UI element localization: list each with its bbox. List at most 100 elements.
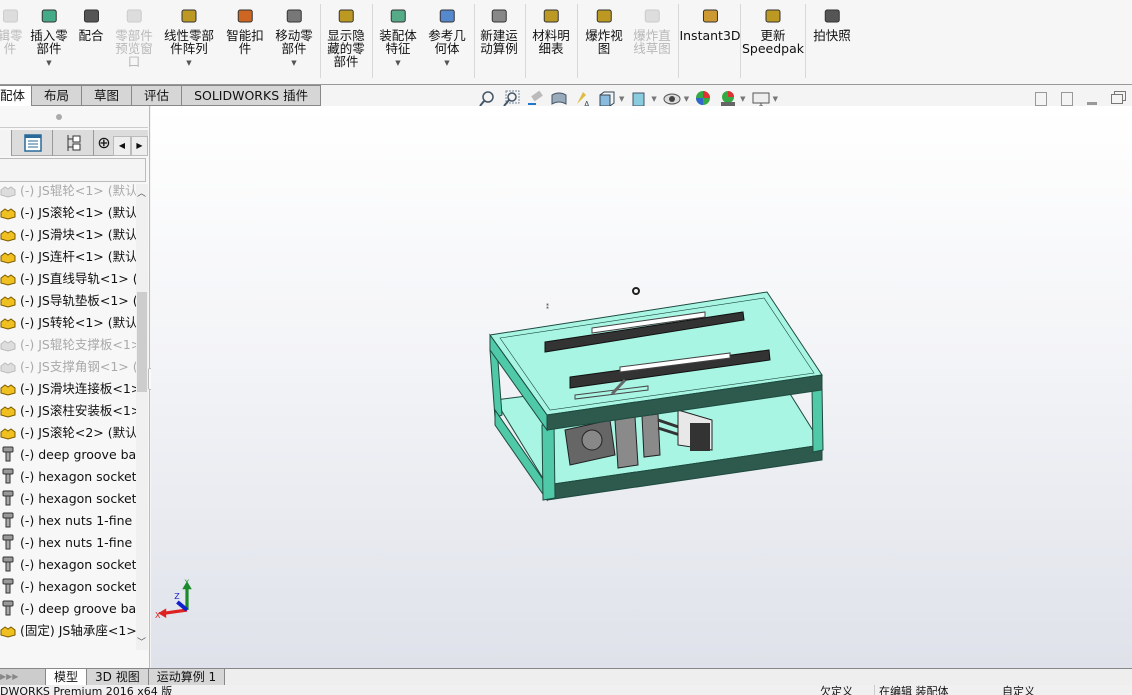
bottom-tab[interactable]: 模型 — [46, 669, 88, 685]
toolbar-button[interactable]: 新建运 动算例 — [480, 6, 518, 55]
tab-scroll-left[interactable]: ◀ — [113, 136, 131, 156]
tile-left-icon[interactable] — [1035, 92, 1047, 106]
toolbar-button[interactable]: 移动零 部件 ▼ — [275, 6, 313, 70]
toolbar-button-label: 零部件 预览窗 口 — [115, 28, 153, 69]
command-tab[interactable]: 配体 — [0, 85, 33, 106]
loose-part: ⁑ — [546, 304, 549, 311]
tree-item[interactable]: (-) deep groove ba — [0, 444, 136, 466]
tree-item[interactable]: (-) hexagon socket — [0, 554, 136, 576]
toolbar-button[interactable]: 配合 — [78, 6, 104, 42]
bottom-tab[interactable]: 运动算例 1 — [148, 669, 226, 685]
part-icon — [0, 424, 16, 440]
panel-collapse-handle[interactable] — [0, 110, 148, 128]
toolbar-button-icon — [81, 6, 101, 26]
chevron-down-icon[interactable]: ▼ — [30, 57, 68, 70]
tree-item[interactable]: (-) JS滑块<1> (默认< — [0, 224, 136, 246]
feature-manager-panel: ⊕ ◀ ▶ (-) JS辊轮<1> (默认) (-) JS滚轮<1> (默认< (-… — [0, 106, 156, 668]
tab-scroll-right[interactable]: ▶ — [131, 136, 148, 156]
minimize-icon[interactable] — [1087, 101, 1097, 105]
tree-item[interactable]: (-) JS直线导轨<1> (默 — [0, 268, 136, 290]
toolbar-button-icon — [235, 6, 255, 26]
part-icon — [0, 248, 16, 264]
tree-item-label: (-) deep groove ba — [20, 447, 136, 462]
toolbar-button[interactable]: 拍快照 — [813, 6, 851, 42]
tree-item[interactable]: (-) hexagon socket — [0, 576, 136, 598]
tab-configuration-manager[interactable] — [54, 130, 94, 156]
part-icon — [0, 314, 16, 330]
toolbar-separator — [805, 4, 806, 78]
toolbar-button-icon — [489, 6, 509, 26]
toolbar-button[interactable]: Instant3D — [679, 6, 741, 42]
chevron-down-icon[interactable]: ▼ — [275, 57, 313, 70]
toolbar-button[interactable]: 更新 Speedpak — [742, 6, 804, 55]
assembly-model[interactable]: ⁑ — [480, 280, 830, 510]
tree-item[interactable]: (-) hex nuts 1-fine p — [0, 532, 136, 554]
tree-item-label: (-) JS导轨垫板<1> (默 — [20, 293, 136, 308]
tree-item[interactable]: (-) hexagon socket — [0, 466, 136, 488]
command-tab[interactable]: SOLIDWORKS 插件 — [182, 85, 322, 106]
toolbar-button[interactable]: 装配体 特征 ▼ — [379, 6, 417, 70]
status-units[interactable]: 自定义 — [1002, 685, 1035, 695]
toolbar-button-icon — [179, 6, 199, 26]
toolbar-button[interactable]: 零部件 预览窗 口 — [115, 6, 153, 68]
chevron-down-icon[interactable]: ▼ — [773, 95, 778, 103]
fastener-icon — [0, 468, 16, 484]
scroll-down-arrow[interactable]: ﹀ — [137, 635, 146, 648]
bottom-tab[interactable]: 3D 视图 — [87, 669, 149, 685]
tab-property-manager[interactable] — [13, 130, 53, 156]
cylinder-end — [690, 423, 710, 451]
tree-item[interactable]: (-) deep groove ba — [0, 598, 136, 620]
graphics-area[interactable]: ⁑ Y Z X — [151, 106, 1132, 668]
tree-item[interactable]: (-) JS滚轮<1> (默认< — [0, 202, 136, 224]
tree-item[interactable]: (-) hexagon socket — [0, 488, 136, 510]
command-tab[interactable]: 评估 — [132, 85, 183, 106]
tree-scrollbar[interactable]: ︿ ﹀ — [136, 184, 148, 650]
tree-item[interactable]: (-) JS滚轮<2> (默认< — [0, 422, 136, 444]
chevron-down-icon[interactable]: ▼ — [740, 95, 745, 103]
restore-icon[interactable] — [1111, 94, 1123, 104]
toolbar-button[interactable]: 显示隐 藏的零 部件 — [327, 6, 365, 68]
tile-right-icon[interactable] — [1061, 92, 1073, 106]
chevron-down-icon[interactable]: ▼ — [651, 95, 656, 103]
toolbar-button[interactable]: 智能扣 件 — [226, 6, 264, 55]
toolbar-button[interactable]: 插入零 部件 ▼ — [30, 6, 68, 70]
chevron-down-icon[interactable]: ▼ — [428, 57, 466, 70]
tab-feature-manager[interactable] — [0, 130, 12, 156]
tree-item-label: (-) JS辊轮<1> (默认) — [20, 183, 136, 198]
chevron-down-icon[interactable]: ▼ — [379, 57, 417, 70]
scroll-thumb[interactable] — [137, 292, 147, 392]
tree-item[interactable]: (-) JS滑块连接板<1> — [0, 378, 136, 400]
toolbar-button[interactable]: 材料明 细表 — [532, 6, 570, 55]
chevron-down-icon[interactable]: ▼ — [164, 57, 214, 70]
toolbar-button-label: 拍快照 — [813, 28, 851, 43]
toolbar-button[interactable]: 爆炸视 图 — [585, 6, 623, 55]
part-icon — [0, 292, 16, 308]
toolbar-button-label: 显示隐 藏的零 部件 — [327, 28, 365, 69]
tree-item[interactable]: (-) JS导轨垫板<1> (默 — [0, 290, 136, 312]
command-tabs: 配体 布局 草图 评估 SOLIDWORKS 插件 — [0, 85, 322, 106]
toolbar-button[interactable]: 线性零部 件阵列 ▼ — [164, 6, 214, 70]
tree-item[interactable]: (-) JS转轮<1> (默认< — [0, 312, 136, 334]
toolbar-button[interactable]: 参考几 何体 ▼ — [428, 6, 466, 70]
toolbar-button[interactable]: 爆炸直 线草图 — [633, 6, 671, 55]
tree-item[interactable]: (-) JS支撑角钢<1> (默 — [0, 356, 136, 378]
triad-y-label: Y — [184, 577, 190, 586]
tree-item[interactable]: (-) JS连杆<1> (默认< — [0, 246, 136, 268]
tree-item[interactable]: (-) JS辊轮<1> (默认) — [0, 180, 136, 202]
tree-item[interactable]: (-) JS辊轮支撑板<1> — [0, 334, 136, 356]
tree-item[interactable]: (固定) JS轴承座<1> — [0, 620, 136, 642]
tab-dimxpert-manager[interactable]: ⊕ — [95, 130, 113, 156]
toolbar-button[interactable]: 辑零 件 — [0, 6, 23, 55]
tree-item[interactable]: (-) JS滚柱安装板<1> — [0, 400, 136, 422]
toolbar-button-icon — [437, 6, 457, 26]
chevron-down-icon[interactable]: ▼ — [684, 95, 689, 103]
command-tab[interactable]: 草图 — [82, 85, 133, 106]
support-bracket — [641, 413, 661, 458]
scroll-up-arrow[interactable]: ︿ — [137, 186, 146, 199]
command-tab[interactable]: 布局 — [32, 85, 83, 106]
status-definition: 欠定义 — [820, 685, 853, 695]
tree-item[interactable]: (-) hex nuts 1-fine p — [0, 510, 136, 532]
filter-box[interactable] — [0, 158, 146, 182]
chevron-down-icon[interactable]: ▼ — [619, 95, 624, 103]
tab-scroll-arrows[interactable]: ▶▶▶ — [0, 669, 46, 685]
